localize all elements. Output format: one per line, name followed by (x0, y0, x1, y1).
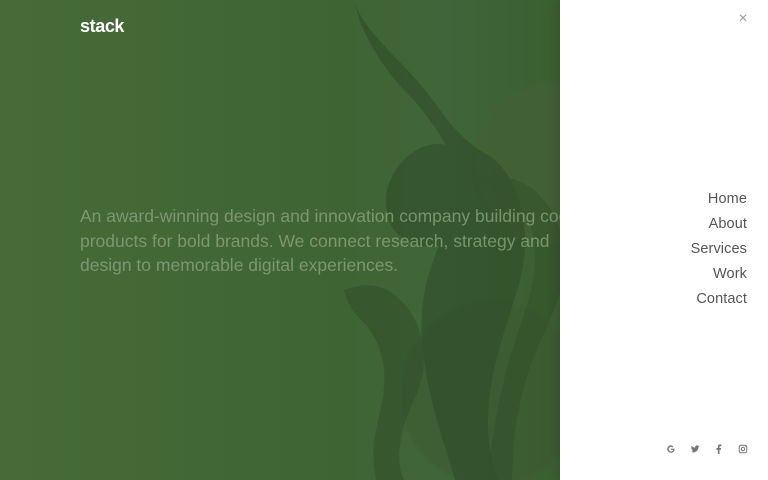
page: stack An award-winning design and innova… (0, 0, 768, 480)
instagram-icon[interactable] (738, 444, 748, 454)
twitter-icon[interactable] (690, 444, 700, 454)
hero-tagline: An award-winning design and innovation c… (80, 206, 573, 275)
social-links (666, 444, 748, 454)
nav-item-home[interactable]: Home (691, 187, 747, 212)
nav-item-services[interactable]: Services (691, 237, 747, 262)
close-icon[interactable]: × (736, 11, 750, 27)
facebook-icon[interactable] (714, 444, 724, 454)
nav-item-contact[interactable]: Contact (691, 287, 747, 312)
logo[interactable]: stack (80, 16, 124, 37)
menu-drawer: × Home About Services Work Contact (560, 0, 768, 480)
nav-item-work[interactable]: Work (691, 262, 747, 287)
drawer-nav: Home About Services Work Contact (691, 187, 747, 312)
nav-item-about[interactable]: About (691, 212, 747, 237)
google-icon[interactable] (666, 444, 676, 454)
